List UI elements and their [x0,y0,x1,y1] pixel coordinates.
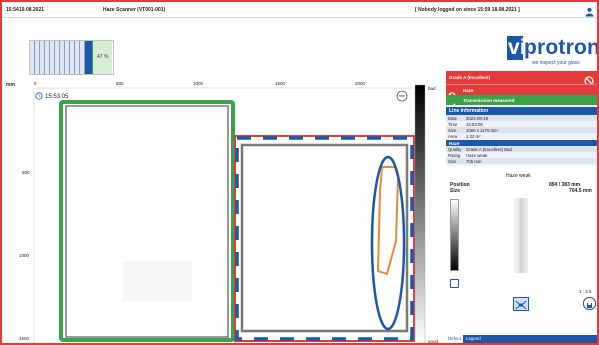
clock-date: 19.08.2021 [19,7,45,13]
defect-detail: Haze weak Position 894 / 383 mm Size 704… [446,166,597,336]
x-tick: 1500 [275,81,286,86]
status-haze-label: Haze [463,88,474,93]
detail-checkbox[interactable] [450,279,459,288]
app-window: 15:54 19.08.2021 Haze Scanner (VT001-001… [2,2,597,343]
grade-header: Grade A (Excellent) [446,71,597,86]
x-tick: 2000 [355,81,366,86]
clock-time: 15:54 [6,7,19,13]
detail-title: Haze weak [506,173,531,179]
progress-fill [30,41,85,74]
y-tick: 1500 [19,336,30,341]
scale-bottom-label: good [428,339,439,343]
pane-left[interactable] [59,100,235,342]
more-icon[interactable] [396,90,408,102]
status-transmission-label: Transmission measured [463,97,515,103]
x-tick: 0 [34,81,37,86]
logo-tagline: we inspect your glass [532,60,580,66]
x-unit: mm [6,82,15,88]
tab-legend[interactable]: Legend [466,335,481,343]
user-icon[interactable] [585,4,594,17]
zoom-level: 1 : 2.5 [579,289,592,294]
bottom-tabs: Defect Legend [446,335,597,343]
scan-timestamp: 15:53:05 [45,94,69,100]
x-tick: 1000 [193,81,204,86]
save-icon[interactable] [583,297,596,310]
y-tick: 500 [22,170,30,175]
timestamp-chip: 15:53:05 [35,92,69,100]
app-title: Haze Scanner (VT001-001) [103,7,166,13]
check-icon [448,97,456,109]
result-panel: Grade A (Excellent) Haze Transmission me… [446,71,597,343]
y-tick: 1000 [19,253,30,258]
scale-top-label: bad [428,86,436,91]
progress-marker [85,41,92,74]
y-axis: 500 1000 1500 [19,88,35,343]
info-row-haze-size: Size 705 mm [446,158,597,164]
login-status: [ Nobody logged on since 15:59 18.08.202… [415,7,520,13]
tab-defect[interactable]: Defect [446,335,463,343]
detail-scale [450,199,459,271]
title-bar: 15:54 19.08.2021 Haze Scanner (VT001-001… [2,2,597,18]
no-entry-icon[interactable] [584,73,594,86]
logo-rest: protron [524,36,597,59]
defect-thumbnail [512,198,528,273]
haze-scale: bad good [414,84,439,343]
line-info-title: Line information [449,108,489,114]
haze-title: Haze [449,140,460,146]
status-transmission: Transmission measured [446,95,597,109]
grade-title: Grade A (Excellent) [449,75,491,80]
scan-map[interactable]: mm 0 500 1000 1500 2000 500 1000 1500 15… [2,81,440,343]
line-info-header: Line information [446,107,597,115]
progress-label: 47 % [97,54,109,60]
scan-progress: 47 % [29,40,114,75]
x-tick: 500 [116,81,124,86]
fit-icon[interactable] [513,297,529,311]
info-row-area: Area 1.22 m² [446,133,597,139]
size-label: Size [450,188,461,194]
x-axis: 0 500 1000 1500 2000 [34,81,412,89]
no-entry-icon [448,87,456,100]
size-value: 704.5 mm [569,188,592,194]
